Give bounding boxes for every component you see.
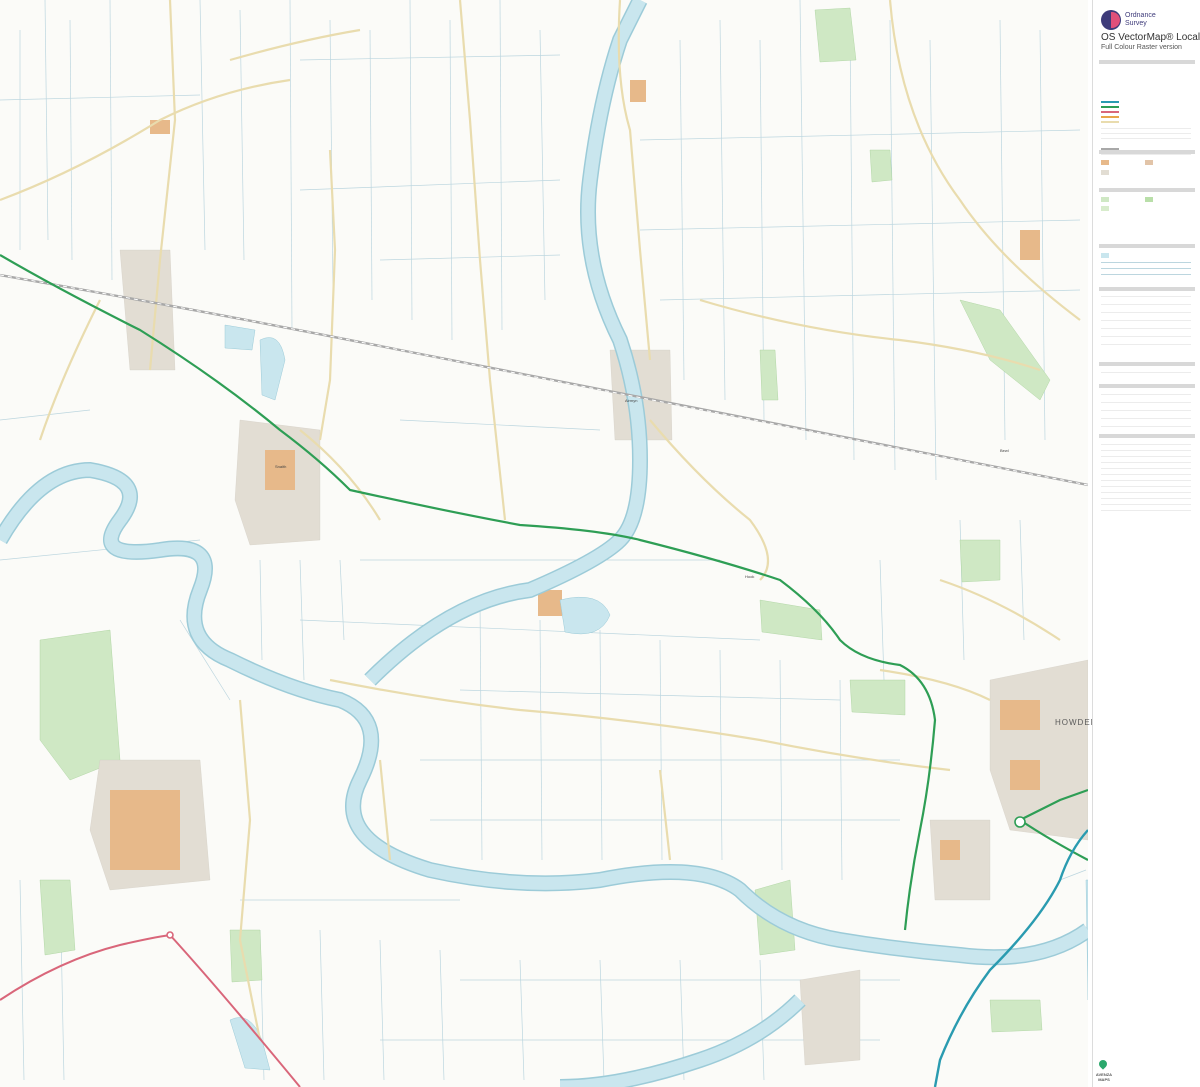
legend-row <box>1101 274 1191 275</box>
brand-line-2: Survey <box>1125 20 1147 27</box>
legend-title: OS VectorMap® Local <box>1101 32 1200 43</box>
legend-row <box>1101 498 1191 499</box>
legend-swatch-mixed <box>1101 206 1109 211</box>
label-hook: Hook <box>745 574 754 579</box>
avenza-maps-label: AVENZA MAPS <box>1095 1072 1113 1082</box>
brand-name: Ordnance Survey <box>1125 12 1156 28</box>
legend-row <box>1101 450 1191 451</box>
legend-row <box>1101 320 1191 321</box>
legend-row <box>1101 128 1191 129</box>
legend-section-vegetation <box>1099 188 1195 192</box>
legend-swatch-primary-road <box>1101 106 1119 108</box>
legend-swatch-motorway <box>1101 101 1119 103</box>
legend-swatch-coniferous <box>1145 197 1153 202</box>
legend-row <box>1101 268 1191 269</box>
legend-row <box>1101 480 1191 481</box>
legend-row <box>1101 456 1191 457</box>
legend-row <box>1101 474 1191 475</box>
legend-row <box>1101 444 1191 445</box>
legend-swatch-minor-road <box>1101 121 1119 123</box>
legend-swatch-building <box>1101 160 1109 165</box>
legend-row <box>1101 504 1191 505</box>
legend-row <box>1101 336 1191 337</box>
legend-row <box>1101 510 1191 511</box>
legend-section-settlement <box>1099 150 1195 154</box>
legend-row <box>1101 304 1191 305</box>
legend-row <box>1101 462 1191 463</box>
legend-row <box>1101 133 1191 134</box>
legend-row <box>1101 394 1191 395</box>
legend-swatch-a-road <box>1101 111 1119 113</box>
legend-row <box>1101 468 1191 469</box>
legend-section-height <box>1099 362 1195 366</box>
legend-section-transport <box>1099 60 1195 64</box>
legend-row <box>1101 492 1191 493</box>
legend-subtitle: Full Colour Raster version <box>1101 44 1182 51</box>
label-hamlet: Bewl <box>1000 448 1009 453</box>
legend-section-water <box>1099 244 1195 248</box>
legend-row <box>1101 262 1191 263</box>
ordnance-survey-logo-icon <box>1101 10 1121 30</box>
legend-row <box>1101 344 1191 345</box>
legend-section-abbreviations <box>1099 434 1195 438</box>
legend-row <box>1101 372 1191 373</box>
legend-row <box>1101 486 1191 487</box>
legend-row <box>1101 328 1191 329</box>
map-canvas[interactable]: Snaith Airmyn Hook Bewl <box>0 0 1088 1087</box>
legend-swatch-important-building <box>1145 160 1153 165</box>
legend-swatch-woodland <box>1101 197 1109 202</box>
legend-row <box>1101 410 1191 411</box>
legend-row <box>1101 402 1191 403</box>
legend-section-landform <box>1099 287 1195 291</box>
legend-swatch-b-road <box>1101 116 1119 118</box>
legend-swatch-water <box>1101 253 1109 258</box>
map-sheet: Snaith Airmyn Hook Bewl HOWDEN Ordnance … <box>0 0 1200 1087</box>
legend-section-tourist <box>1099 384 1195 388</box>
map-legend-panel: Ordnance Survey OS VectorMap® Local Full… <box>1092 0 1200 1087</box>
legend-row <box>1101 138 1191 139</box>
legend-swatch-urban <box>1101 170 1109 175</box>
label-airmyn: Airmyn <box>625 398 637 403</box>
legend-row <box>1101 426 1191 427</box>
legend-row <box>1101 418 1191 419</box>
legend-row <box>1101 312 1191 313</box>
label-snaith: Snaith <box>275 464 286 469</box>
brand-line-1: Ordnance <box>1125 12 1156 19</box>
legend-row <box>1101 296 1191 297</box>
legend-row <box>1101 154 1191 155</box>
